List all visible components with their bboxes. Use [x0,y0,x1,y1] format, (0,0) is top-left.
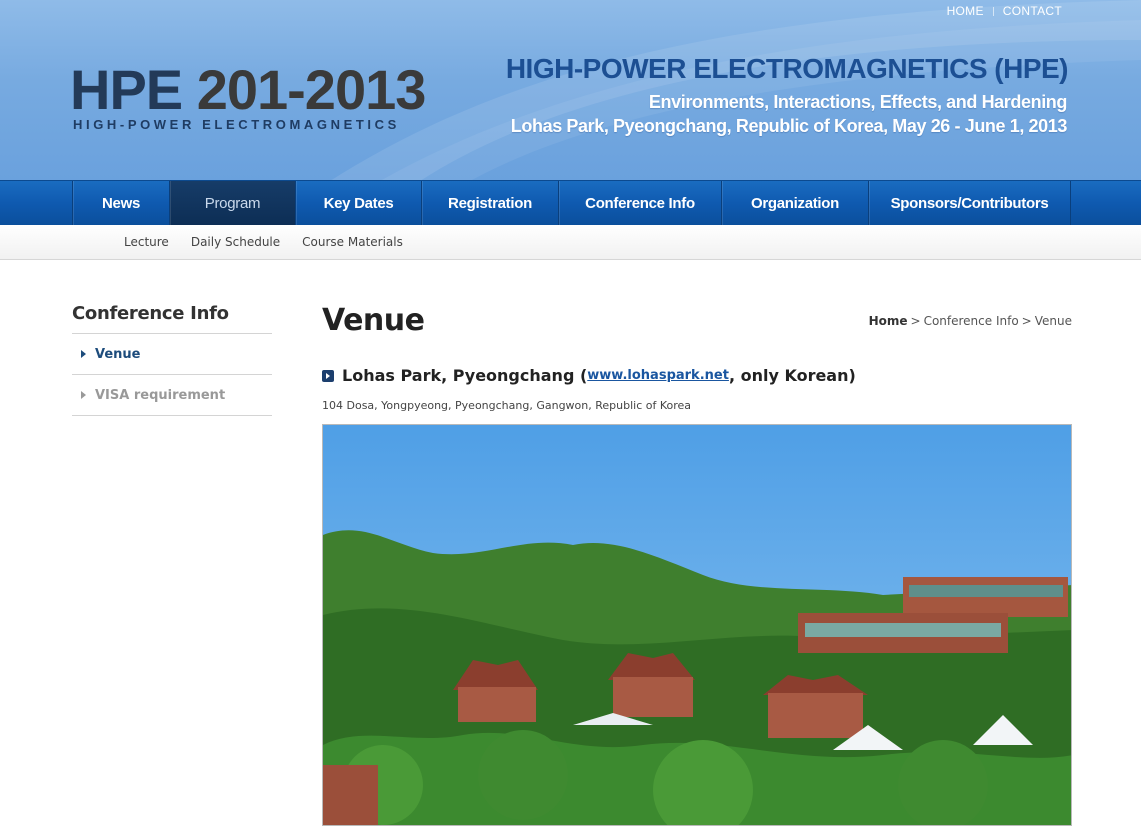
nav-item-program[interactable]: Program [170,181,296,225]
conference-title: HIGH-POWER ELECTROMAGNETICS (HPE) [505,53,1069,84]
venue-photo [322,424,1072,826]
nav-item-conference-info[interactable]: Conference Info [559,181,722,225]
contact-link[interactable]: CONTACT [1003,4,1062,18]
logo-subtitle: HIGH-POWER ELECTROMAGNETICS [73,117,400,132]
nav-item-registration[interactable]: Registration [422,181,559,225]
site-header: HOME CONTACT HPE 201-2013 HIGH-POWER ELE… [0,0,1141,181]
venue-website-link[interactable]: www.lohaspark.net [587,368,729,383]
logo-prefix: HPE [70,58,183,121]
conference-subtitle: Environments, Interactions, Effects, and… [648,92,1067,112]
venue-address: 104 Dosa, Yongpyeong, Pyeongchang, Gangw… [322,399,692,412]
chevron-right-icon [81,391,86,399]
sidebar: Conference Info Venue VISA requirement [72,303,272,416]
subnav-item-daily-schedule[interactable]: Daily Schedule [191,235,280,249]
subnav-item-lecture[interactable]: Lecture [124,235,169,249]
breadcrumb-separator: > [1021,314,1032,328]
breadcrumb-current: Venue [1034,314,1072,328]
home-link[interactable]: HOME [947,4,984,18]
venue-name: Lohas Park, Pyeongchang ( [342,366,588,385]
sidebar-item-venue[interactable]: Venue [72,334,272,375]
venue-heading: Lohas Park, Pyeongchang (www.lohaspark.n… [322,366,856,385]
logo-year: 201-2013 [196,58,427,121]
breadcrumb: Home > Conference Info > Venue [869,314,1072,328]
sub-nav: Lecture Daily Schedule Course Materials [0,225,1141,260]
top-links: HOME CONTACT [947,4,1062,18]
subnav-item-course-materials[interactable]: Course Materials [302,235,403,249]
main-nav: News Program Key Dates Registration Conf… [0,180,1141,225]
nav-item-organization[interactable]: Organization [722,181,869,225]
site-logo[interactable]: HPE 201-2013 [70,58,427,122]
breadcrumb-home[interactable]: Home [869,314,908,328]
play-bullet-icon [322,369,334,382]
nav-item-key-dates[interactable]: Key Dates [296,181,422,225]
nav-item-sponsors[interactable]: Sponsors/Contributors [869,181,1071,225]
sidebar-item-label: VISA requirement [95,387,226,403]
top-links-separator [992,6,994,16]
breadcrumb-separator: > [910,314,921,328]
chevron-right-icon [81,350,86,358]
breadcrumb-conference-info[interactable]: Conference Info [924,314,1019,328]
page-title: Venue [322,303,425,338]
sidebar-item-label: Venue [95,346,141,362]
venue-photo-illustration [323,425,1071,825]
nav-item-news[interactable]: News [73,181,170,225]
sidebar-item-visa[interactable]: VISA requirement [72,375,272,416]
sidebar-title: Conference Info [72,303,272,334]
venue-suffix: , only Korean) [728,366,856,385]
conference-location-dates: Lohas Park, Pyeongchang, Republic of Kor… [510,116,1068,136]
